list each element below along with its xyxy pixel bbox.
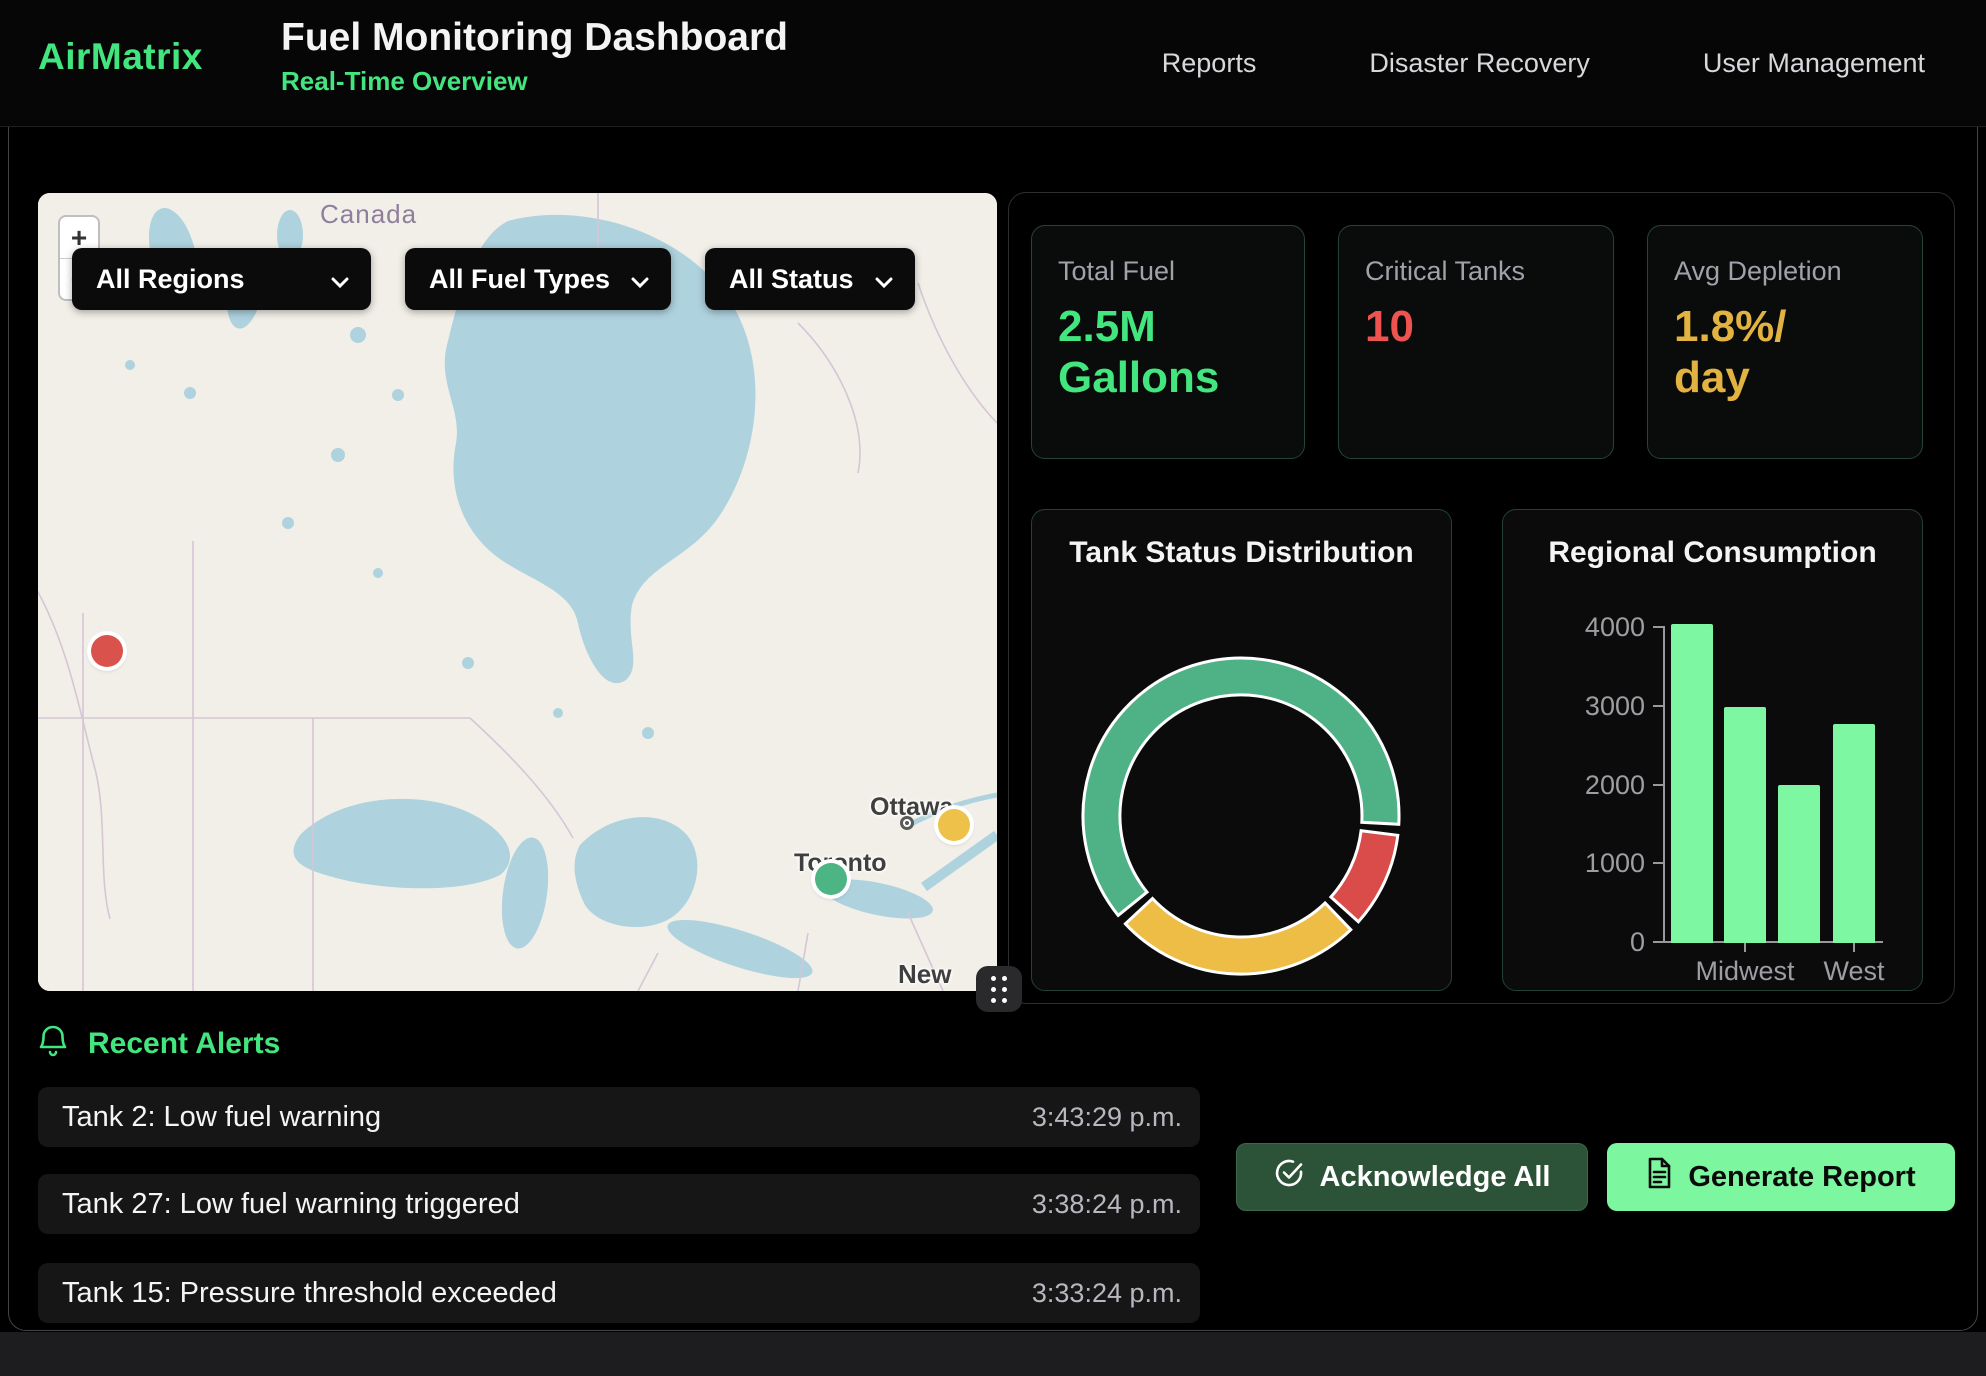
- nav-disaster-recovery[interactable]: Disaster Recovery: [1369, 48, 1590, 79]
- alert-text: Tank 15: Pressure threshold exceeded: [62, 1277, 557, 1310]
- map-marker-normal[interactable]: [815, 863, 847, 895]
- stat-label: Critical Tanks: [1365, 256, 1587, 287]
- map-canvas[interactable]: Canada Ottawa Toronto New York + − All R…: [38, 193, 997, 991]
- map-resize-handle[interactable]: [976, 966, 1022, 1012]
- alert-text: Tank 2: Low fuel warning: [62, 1101, 381, 1134]
- fuel-type-filter-select[interactable]: All Fuel Types: [405, 248, 671, 310]
- bar-plot-area: [1665, 628, 1883, 943]
- donut-segment-red: [1331, 831, 1398, 922]
- chart-title: Regional Consumption: [1503, 536, 1922, 570]
- alert-timestamp: 3:43:29 p.m.: [1032, 1102, 1182, 1133]
- title-block: Fuel Monitoring Dashboard Real-Time Over…: [281, 16, 788, 97]
- nav-reports[interactable]: Reports: [1162, 48, 1257, 79]
- stat-label: Total Fuel: [1058, 256, 1278, 287]
- stat-card-total-fuel: Total Fuel 2.5M Gallons: [1031, 225, 1305, 459]
- stat-value: 10: [1365, 301, 1587, 352]
- alert-row: Tank 27: Low fuel warning triggered 3:38…: [38, 1174, 1200, 1234]
- check-circle-icon: [1274, 1158, 1304, 1196]
- generate-report-button[interactable]: Generate Report: [1607, 1143, 1955, 1211]
- stat-value: 2.5M Gallons: [1058, 301, 1278, 404]
- acknowledge-all-button[interactable]: Acknowledge All: [1236, 1143, 1588, 1211]
- tank-status-card: Tank Status Distribution: [1031, 509, 1452, 991]
- recent-alerts-header: Recent Alerts: [38, 1024, 280, 1063]
- town-dot-icon: [900, 816, 914, 830]
- chevron-down-icon: [875, 264, 893, 295]
- map-marker-critical[interactable]: [91, 635, 123, 667]
- alert-row: Tank 2: Low fuel warning 3:43:29 p.m.: [38, 1087, 1200, 1147]
- region-filter-select[interactable]: All Regions: [72, 248, 371, 310]
- page-subtitle: Real-Time Overview: [281, 66, 788, 97]
- y-tick-label: 4000: [1545, 612, 1645, 643]
- chevron-down-icon: [331, 264, 349, 295]
- map-filter-row: All Regions All Fuel Types All Status: [72, 248, 915, 310]
- alert-row: Tank 15: Pressure threshold exceeded 3:3…: [38, 1263, 1200, 1323]
- donut-segment-yellow: [1125, 899, 1350, 975]
- alert-timestamp: 3:38:24 p.m.: [1032, 1189, 1182, 1220]
- status-filter-value: All Status: [729, 264, 854, 295]
- x-tick-label: Midwest: [1695, 956, 1794, 987]
- y-tick-label: 2000: [1545, 770, 1645, 801]
- main-nav: Reports Disaster Recovery User Managemen…: [1162, 0, 1925, 127]
- header: AirMatrix Fuel Monitoring Dashboard Real…: [0, 0, 1986, 127]
- regional-consumption-card: Regional Consumption 4000 3000 2000 1000…: [1502, 509, 1923, 991]
- status-filter-select[interactable]: All Status: [705, 248, 915, 310]
- stat-label: Avg Depletion: [1674, 256, 1896, 287]
- y-tick-label: 3000: [1545, 691, 1645, 722]
- stat-card-critical-tanks: Critical Tanks 10: [1338, 225, 1614, 459]
- bar: [1833, 724, 1875, 943]
- stat-card-avg-depletion: Avg Depletion 1.8%/day: [1647, 225, 1923, 459]
- stat-value: 1.8%/day: [1674, 301, 1806, 404]
- bar: [1724, 707, 1766, 943]
- alert-text: Tank 27: Low fuel warning triggered: [62, 1188, 520, 1221]
- donut-chart: [1032, 510, 1453, 992]
- fuel-filter-value: All Fuel Types: [429, 264, 610, 295]
- brand-logo[interactable]: AirMatrix: [38, 36, 203, 78]
- bar: [1778, 785, 1820, 943]
- y-tick-label: 0: [1545, 927, 1645, 958]
- bar: [1671, 624, 1713, 943]
- generate-report-label: Generate Report: [1688, 1161, 1915, 1194]
- bell-icon: [38, 1024, 68, 1063]
- y-tick-label: 1000: [1545, 848, 1645, 879]
- document-icon: [1646, 1157, 1672, 1197]
- chevron-down-icon: [631, 264, 649, 295]
- acknowledge-all-label: Acknowledge All: [1320, 1161, 1551, 1194]
- alert-timestamp: 3:33:24 p.m.: [1032, 1278, 1182, 1309]
- map-label-canada: Canada: [320, 199, 417, 230]
- page-title: Fuel Monitoring Dashboard: [281, 16, 788, 60]
- bottom-bar: [0, 1332, 1986, 1376]
- region-filter-value: All Regions: [96, 264, 245, 295]
- x-tick-label: West: [1823, 956, 1884, 987]
- map-marker-warning[interactable]: [938, 809, 970, 841]
- nav-user-management[interactable]: User Management: [1703, 48, 1925, 79]
- alerts-title: Recent Alerts: [88, 1027, 280, 1061]
